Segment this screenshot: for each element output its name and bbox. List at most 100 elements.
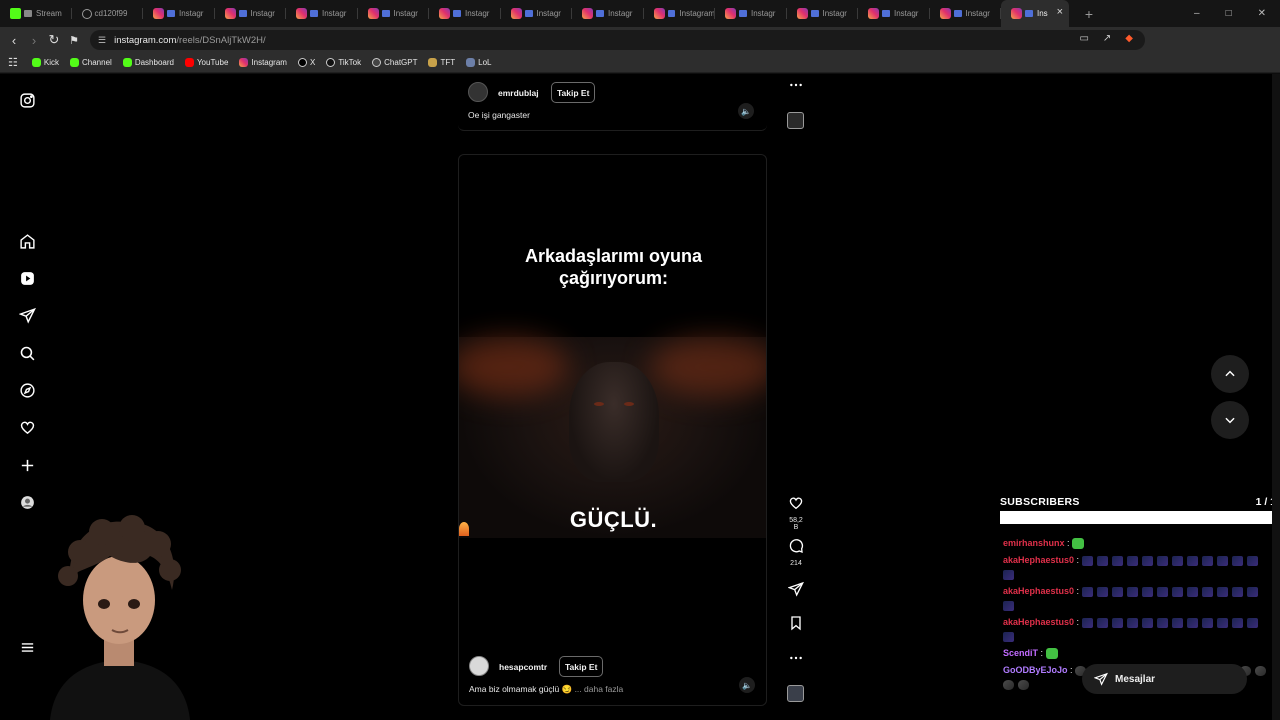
chat-username[interactable]: akaHephaestus0 <box>1003 617 1074 627</box>
reel2-more-link[interactable]: ... daha fazla <box>575 684 624 694</box>
bookmark-lol[interactable]: LoL <box>466 58 492 67</box>
chat-username[interactable]: ScendiT <box>1003 648 1038 658</box>
reel2-mute-icon[interactable]: 🔈 <box>739 677 755 693</box>
chat-emote-icon <box>1186 555 1198 566</box>
bookmark-x[interactable]: X <box>297 58 315 67</box>
reel2-username[interactable]: hesapcomtr <box>499 662 547 672</box>
bookmark-tft[interactable]: TFT <box>428 58 455 67</box>
globe-icon <box>81 8 92 19</box>
bookmark-label: YouTube <box>196 58 229 67</box>
tab-label: Instagram <box>679 9 715 18</box>
chat-emote-icon <box>1246 586 1258 597</box>
next-reel-button[interactable] <box>1211 401 1249 439</box>
reel1-username[interactable]: emrdublaj <box>498 88 539 98</box>
reel2-audio-thumbnail[interactable] <box>787 685 804 702</box>
tab-1[interactable]: cd120f99 <box>72 0 143 27</box>
tab-4[interactable]: Instagr <box>286 0 358 27</box>
tab-group-icon <box>953 10 962 17</box>
chat-separator: : <box>1038 648 1046 658</box>
tab-6[interactable]: Instagr <box>429 0 501 27</box>
tiktok-icon <box>326 58 336 67</box>
reel1-more-options-icon[interactable] <box>786 77 806 98</box>
create-plus-icon[interactable] <box>18 456 36 474</box>
search-icon[interactable] <box>18 344 36 362</box>
tab-2[interactable]: Instagr <box>143 0 215 27</box>
save-bookmark-button[interactable] <box>786 615 806 636</box>
share-button[interactable] <box>786 581 806 602</box>
instagram-logo-icon[interactable] <box>18 91 36 109</box>
profile-avatar-icon[interactable] <box>18 493 36 511</box>
chat-emote-icon <box>1201 555 1213 566</box>
tab-9[interactable]: Instagram <box>644 0 715 27</box>
bookmark-dashboard[interactable]: Dashboard <box>122 58 174 67</box>
reel2-more-options-icon[interactable] <box>786 650 806 671</box>
notifications-heart-icon[interactable] <box>18 418 36 436</box>
tab-14[interactable]: Ins × <box>1001 0 1069 27</box>
maximize-button[interactable]: □ <box>1226 8 1232 19</box>
chat-emote-icon <box>1255 665 1267 676</box>
reel1-follow-button[interactable]: Takip Et <box>551 82 596 103</box>
bookmark-youtube[interactable]: YouTube <box>184 58 229 67</box>
minimize-button[interactable]: – <box>1194 8 1200 19</box>
instagram-icon <box>868 8 879 19</box>
address-bar[interactable]: ☰ instagram.com/reels/DSnAljTkW2H/ ▭ ↗ ◆ <box>90 30 1145 50</box>
bookmark-label: Dashboard <box>134 58 174 67</box>
more-menu-icon[interactable] <box>18 638 36 656</box>
chat-separator: : <box>1064 538 1073 548</box>
reel2-video-frame[interactable]: GÜÇLÜ. <box>459 337 766 538</box>
comment-button[interactable]: 214 <box>786 538 806 567</box>
forward-button[interactable]: › <box>24 33 44 48</box>
chatgpt-icon <box>372 58 382 67</box>
chat-username[interactable]: akaHephaestus0 <box>1003 586 1074 596</box>
bookmark-channel[interactable]: Channel <box>70 58 112 67</box>
url-host: instagram.com <box>114 34 177 46</box>
messages-button[interactable]: Mesajlar <box>1082 664 1247 694</box>
cast-icon[interactable]: ▭ <box>1079 33 1088 44</box>
previous-reel-button[interactable] <box>1211 355 1249 393</box>
reel1-user-avatar[interactable] <box>468 82 488 102</box>
bookmark-instagram[interactable]: Instagram <box>239 58 287 67</box>
reels-icon[interactable] <box>18 269 36 287</box>
brave-shield-icon[interactable]: ◆ <box>1125 33 1133 44</box>
home-icon[interactable] <box>18 232 36 250</box>
tab-13[interactable]: Instagr <box>930 0 1001 27</box>
reel1-mute-icon[interactable]: 🔈 <box>738 103 754 119</box>
tab-12[interactable]: Instagr <box>858 0 930 27</box>
bookmark-chatgpt[interactable]: ChatGPT <box>372 58 417 67</box>
reel2-user-avatar[interactable] <box>469 656 489 676</box>
tab-7[interactable]: Instagr <box>501 0 572 27</box>
close-tab-icon[interactable]: × <box>1057 6 1063 18</box>
reload-button[interactable]: ↻ <box>44 32 64 48</box>
close-window-button[interactable]: ✕ <box>1258 8 1266 19</box>
reel1-audio-thumbnail[interactable] <box>787 112 804 129</box>
tab-11[interactable]: Instagr <box>787 0 858 27</box>
apps-grid-icon[interactable]: ☷ <box>8 56 18 69</box>
bookmark-kick[interactable]: Kick <box>31 58 59 67</box>
new-tab-button[interactable]: + <box>1077 6 1101 22</box>
chat-emote-icon <box>1111 617 1123 628</box>
kick-icon <box>31 58 41 67</box>
back-button[interactable]: ‹ <box>4 33 24 48</box>
reel2-caption: Ama biz olmamak güçlü 😏 ... daha fazla <box>469 684 623 695</box>
explore-icon[interactable] <box>18 381 36 399</box>
site-info-icon[interactable]: ☰ <box>98 35 106 46</box>
tab-5[interactable]: Instagr <box>358 0 429 27</box>
like-button[interactable]: 58,2 B <box>786 495 806 531</box>
page-scrollbar[interactable] <box>1272 74 1280 720</box>
tab-3[interactable]: Instagr <box>215 0 286 27</box>
share-icon[interactable]: ↗ <box>1103 33 1111 44</box>
chat-username[interactable]: emirhanshunx <box>1003 538 1065 548</box>
reel-card-current[interactable]: Arkadaşlarımı oyuna çağırıyorum: GÜÇLÜ. … <box>458 154 767 706</box>
instagram-icon <box>224 8 236 19</box>
chat-username[interactable]: GoODByEJoJo <box>1003 665 1068 675</box>
bookmark-tiktok[interactable]: TikTok <box>326 58 361 67</box>
tab-8[interactable]: Instagr <box>572 0 644 27</box>
reel2-follow-button[interactable]: Takip Et <box>559 656 604 677</box>
tab-label: Instagr <box>894 9 919 18</box>
tab-0[interactable]: Stream <box>0 0 72 27</box>
messages-icon[interactable] <box>18 306 36 324</box>
chat-username[interactable]: akaHephaestus0 <box>1003 555 1074 565</box>
chat-emote-icon <box>1141 586 1153 597</box>
bookmark-page-icon[interactable]: ⚑ <box>64 34 84 47</box>
tab-10[interactable]: Instagr <box>715 0 787 27</box>
